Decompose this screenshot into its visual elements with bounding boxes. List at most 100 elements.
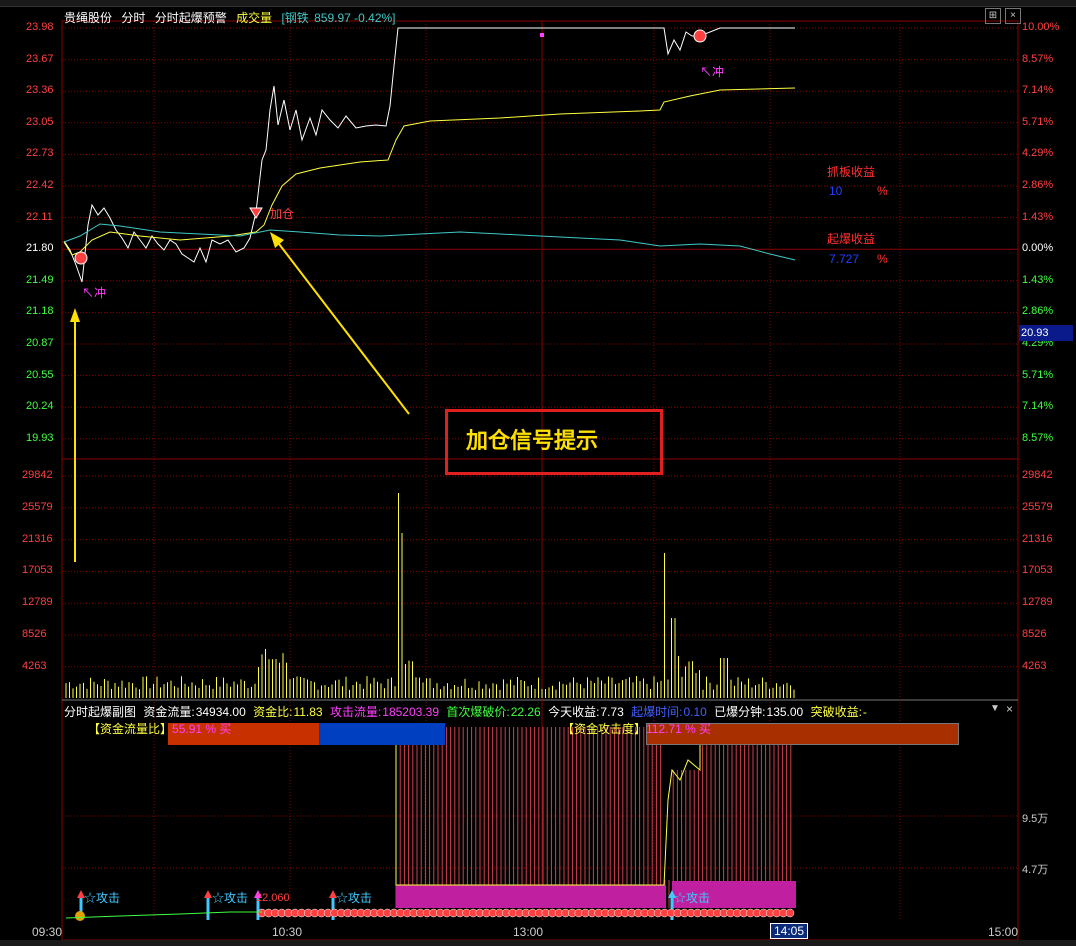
burst-min-label: 已爆分钟:	[714, 705, 766, 719]
qibao-value: 7.727	[829, 252, 860, 266]
qibao-unit: %	[877, 252, 888, 266]
volume-tick-label: 25579	[22, 500, 53, 513]
price-line	[63, 27, 795, 283]
volume-tick-label: 8526	[22, 628, 47, 640]
percent-tick-label: 2.86%	[1022, 305, 1054, 318]
burst-time-label: 起爆时间:	[631, 705, 683, 719]
chong-tag-1: ↖冲	[82, 286, 107, 300]
break-profit-value: -	[862, 705, 867, 719]
volume-tick-label-right: 12789	[1022, 596, 1053, 609]
volume-tick-label: 29842	[22, 469, 53, 481]
num-tag: 22.060	[256, 892, 290, 904]
jiacang-tag: 加仓	[270, 207, 295, 221]
fund-ratio-bar-label: 【资金流量比】55.91 % 买	[88, 720, 231, 737]
sector-label[interactable]: [钢铁	[281, 11, 308, 25]
price-tick-label: 20.87	[26, 337, 54, 349]
arrow-head-1	[70, 308, 80, 322]
signal-ball-2	[693, 29, 707, 43]
price-tick-label: 21.49	[26, 273, 54, 286]
signal-ball-row	[785, 908, 795, 918]
average-price-line	[63, 87, 796, 256]
percent-tick-label: 1.43%	[1022, 210, 1054, 223]
time-label-1300: 13:00	[513, 925, 544, 939]
today-profit-value: 7.73	[600, 705, 624, 719]
time-label-1030: 10:30	[272, 925, 303, 939]
percent-tick-label: 5.71%	[1022, 368, 1054, 381]
midday-dot	[540, 33, 544, 37]
price-tick-label: 23.67	[26, 52, 54, 65]
price-tick-label: 19.93	[26, 431, 54, 444]
volume-tick-label: 4263	[22, 659, 47, 672]
zhuaban-value: 10	[829, 184, 843, 198]
arrow-shaft-2	[275, 239, 410, 415]
arrow-head-2	[270, 232, 284, 248]
settings-icon[interactable]: ⊞	[985, 8, 1001, 24]
zhuaban-unit: %	[877, 184, 888, 198]
fund-ratio-bar-sell	[319, 723, 445, 745]
volume-tick-label-right: 29842	[1022, 469, 1053, 481]
break-profit-label: 突破收益:	[810, 705, 862, 719]
fund-ratio-bar-title: 【资金流量比】	[88, 722, 173, 736]
price-tick-label: 20.55	[26, 368, 54, 381]
sector-value: 859.97 -0.42%]	[314, 11, 396, 25]
attack-flow-value: 185203.39	[382, 705, 440, 719]
attack-tag-2: ☆攻击	[212, 891, 249, 905]
start-coin	[75, 911, 85, 921]
price-tick-label: 23.98	[26, 21, 54, 33]
percent-tick-label: 1.43%	[1022, 273, 1054, 286]
stock-name[interactable]: 贵绳股份	[64, 11, 112, 25]
price-tick-label: 21.18	[26, 305, 54, 318]
callout-box: 加仓信号提示	[445, 409, 663, 475]
sub-chart-header: 分时起爆副图 资金流量:34934.00 资金比:11.83 攻击流量:1852…	[64, 703, 871, 720]
fund-flow-area-1	[396, 885, 666, 908]
attack-tag-3: ☆攻击	[336, 891, 373, 905]
chong-tag-2: ↖冲	[700, 65, 725, 79]
volume-tick-label: 12789	[22, 596, 53, 609]
percent-tick-label: 2.86%	[1022, 179, 1054, 191]
percent-tick-label: 10.00%	[1022, 21, 1060, 33]
first-break-label: 首次爆破价:	[446, 705, 510, 719]
plot-frame	[61, 20, 1019, 941]
burst-min-value: 135.00	[766, 705, 804, 719]
attack-degree-value: 112.71 % 买	[646, 722, 712, 736]
sub-close-icon[interactable]: ×	[1006, 702, 1013, 716]
sub-title[interactable]: 分时起爆副图	[64, 705, 136, 719]
price-tick-label: 21.80	[26, 242, 54, 255]
attack-degree-bar-label: 【资金攻击度】112.71 % 买	[562, 720, 711, 737]
attack-degree-title: 【资金攻击度】	[562, 722, 647, 736]
volume-tick-label: 17053	[22, 564, 53, 577]
percent-tick-label: 8.57%	[1022, 431, 1054, 444]
attack-flow-label: 攻击流量:	[329, 705, 382, 719]
early-flow-line	[65, 911, 262, 919]
dropdown-icon[interactable]: ▼	[990, 703, 1000, 714]
fund-ratio-bar-value: 55.91 % 买	[172, 722, 232, 736]
volume-label: 成交量	[236, 11, 273, 25]
attack-tag-4: ☆攻击	[674, 891, 711, 905]
percent-tick-label: 8.57%	[1022, 52, 1054, 65]
volume-tick-label-right: 17053	[1022, 564, 1053, 577]
signal-ball-1	[74, 251, 88, 265]
percent-tick-label: 0.00%	[1022, 242, 1054, 255]
price-tick-label: 22.11	[26, 210, 53, 223]
volume-tick-label-right: 21316	[1022, 532, 1053, 545]
fund-ratio-label: 资金比:	[253, 705, 293, 719]
percent-tick-label: 7.14%	[1022, 84, 1054, 97]
qibao-label: 起爆收益	[827, 232, 876, 246]
volume-tick-label-right: 25579	[1022, 500, 1053, 513]
fund-flow-label: 资金流量:	[143, 705, 195, 719]
price-tick-label: 23.36	[26, 84, 54, 97]
first-break-value: 22.26	[510, 705, 541, 719]
jiacang-marker	[249, 207, 263, 219]
volume-tick-label-right: 8526	[1022, 628, 1047, 640]
volume-tick-label-right: 4263	[1022, 659, 1047, 672]
mode-label[interactable]: 分时	[121, 11, 145, 25]
percent-tick-label: 7.14%	[1022, 400, 1054, 413]
chart-window: 贵绳股份 分时 分时起爆预警 成交量 [钢铁 859.97 -0.42%] ⊞ …	[0, 0, 1076, 946]
indicator-label[interactable]: 分时起爆预警	[155, 11, 227, 25]
burst-time-value: 0.10	[683, 705, 707, 719]
bottom-tabs	[0, 940, 1076, 946]
close-icon[interactable]: ×	[1005, 8, 1021, 24]
current-time-marker: 14:05	[770, 923, 809, 939]
price-tick-label: 22.42	[26, 179, 54, 191]
percent-tick-label: 5.71%	[1022, 115, 1054, 128]
